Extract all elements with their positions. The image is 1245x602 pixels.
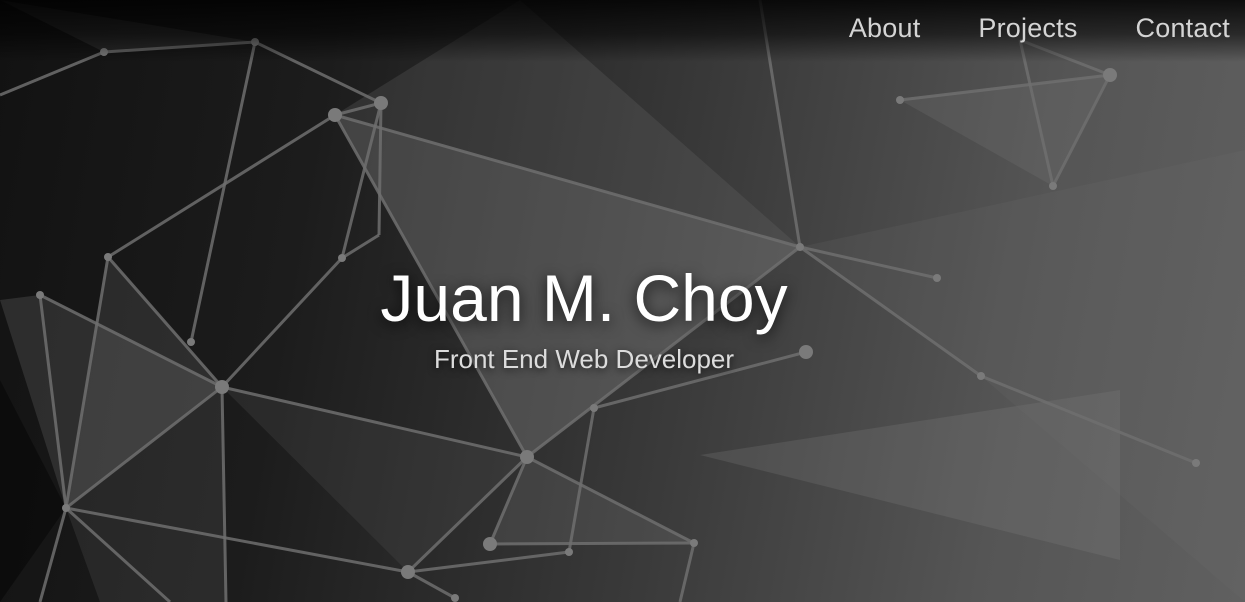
nav-link-contact[interactable]: Contact (1136, 13, 1230, 44)
nav-link-about[interactable]: About (849, 13, 921, 44)
nav-link-projects[interactable]: Projects (978, 13, 1077, 44)
hero-name-heading: Juan M. Choy (380, 261, 788, 335)
main-nav: About Projects Contact (849, 13, 1230, 44)
hero-subtitle: Front End Web Developer (433, 344, 735, 374)
top-navigation-bar: About Projects Contact (0, 0, 1245, 62)
hero-section: Juan M. Choy Front End Web Developer (0, 258, 1168, 375)
